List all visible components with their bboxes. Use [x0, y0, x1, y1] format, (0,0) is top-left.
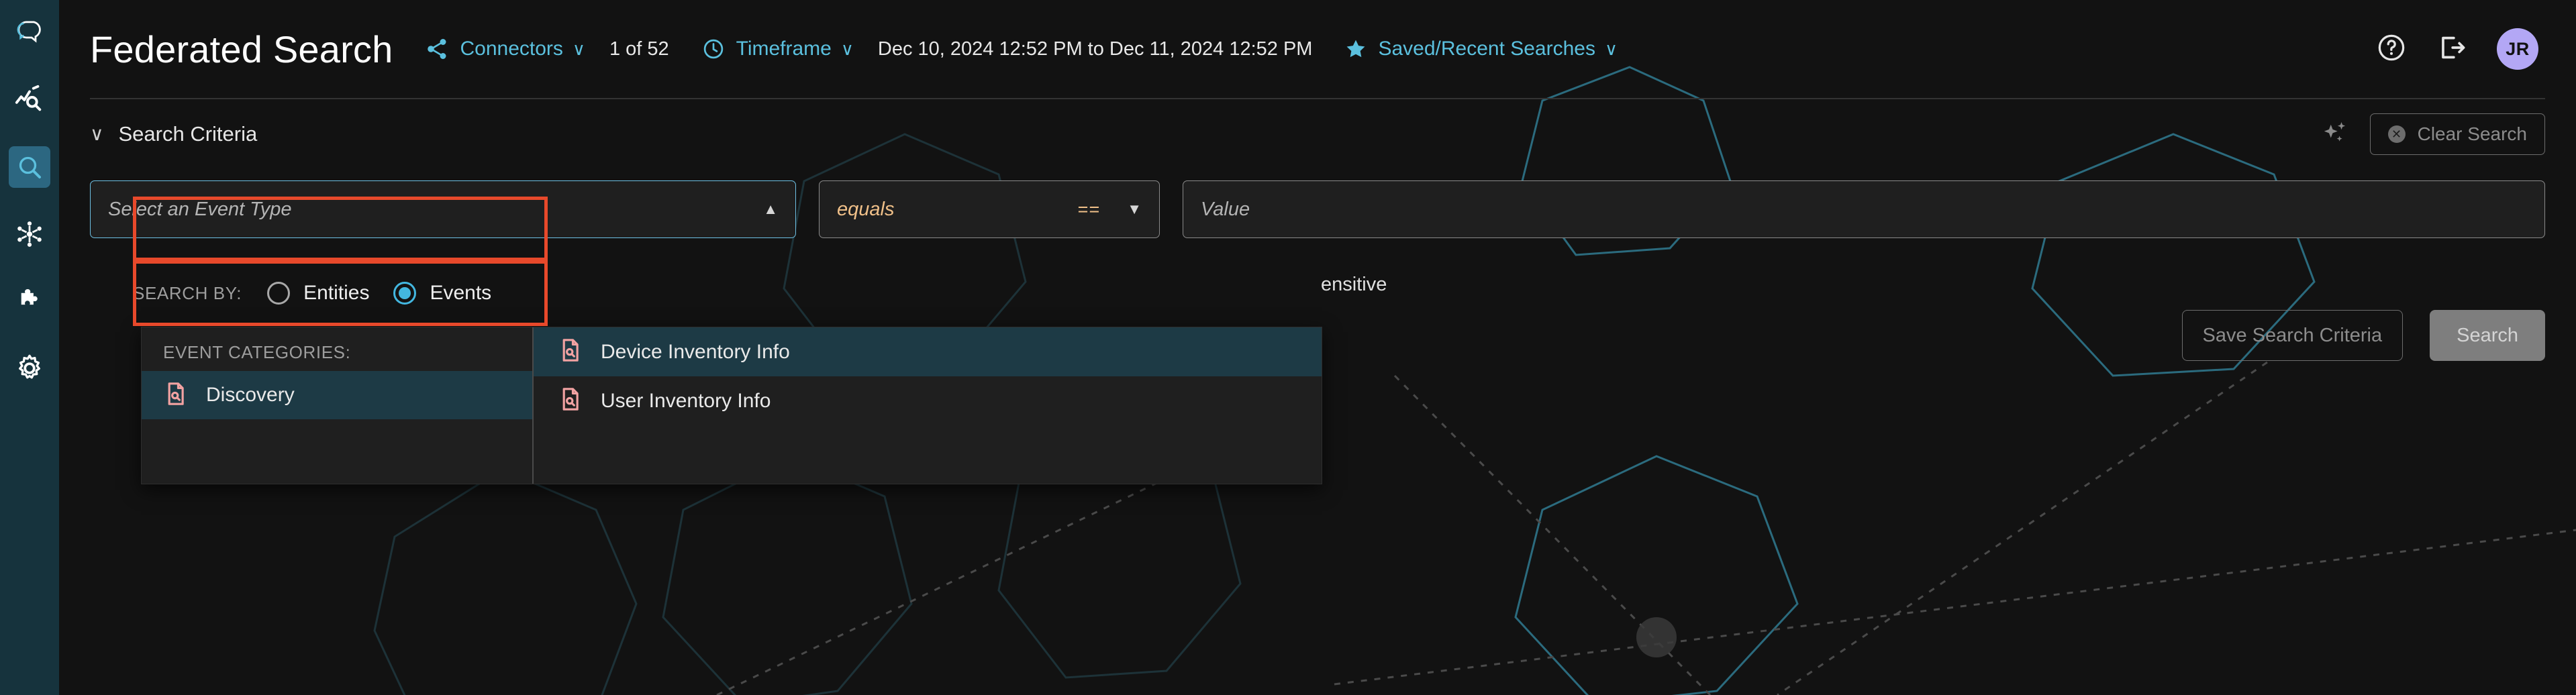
radio-events-label: Events [430, 282, 492, 304]
event-type-option-label: User Inventory Info [601, 389, 771, 412]
share-nodes-icon [425, 37, 449, 61]
radio-circle-icon [267, 282, 291, 305]
radio-selected-icon [393, 282, 417, 305]
chevron-down-icon[interactable]: ∨ [90, 125, 104, 144]
saved-searches-control[interactable]: Saved/Recent Searches ∨ [1344, 38, 1618, 60]
main-content: Federated Search Connectors ∨ 1 of 52 Ti… [59, 0, 2576, 695]
operator-value: equals [837, 198, 895, 220]
sidebar-item-integrations[interactable] [9, 280, 50, 322]
criteria-actions: Save Search Criteria Search [2181, 310, 2545, 361]
app-root: Federated Search Connectors ∨ 1 of 52 Ti… [0, 0, 2576, 695]
event-categories-header: EVENT CATEGORIES: [163, 342, 351, 362]
event-type-option-device-inventory-info[interactable]: Device Inventory Info [534, 327, 1322, 376]
chevron-down-icon: ∨ [572, 39, 585, 59]
event-categories-column: EVENT CATEGORIES: Discovery [142, 327, 534, 484]
search-criteria-title: Search Criteria [118, 122, 258, 146]
help-icon[interactable] [2376, 32, 2407, 66]
value-placeholder: Value [1201, 198, 1250, 220]
radio-events[interactable]: Events [393, 282, 491, 305]
header-right-actions: JR [2376, 28, 2545, 70]
radio-entities-label: Entities [303, 282, 370, 304]
avatar[interactable]: JR [2497, 28, 2538, 70]
connectors-control[interactable]: Connectors ∨ [425, 37, 585, 61]
sidebar-item-analytics[interactable] [9, 79, 50, 121]
chevron-down-icon: ∨ [1604, 39, 1618, 59]
timeframe-range: Dec 10, 2024 12:52 PM to Dec 11, 2024 12… [877, 38, 1313, 60]
event-type-dropdown-panel: EVENT CATEGORIES: Discovery Device Inven… [141, 327, 1322, 484]
sidebar-item-entity-graph[interactable] [9, 213, 50, 255]
clear-search-button[interactable]: ✕ Clear Search [2369, 113, 2545, 155]
chevron-up-icon: ▲ [763, 201, 778, 217]
timeframe-label: Timeframe [736, 38, 832, 60]
event-category-discovery[interactable]: Discovery [142, 371, 532, 419]
event-type-option-user-inventory-info[interactable]: User Inventory Info [534, 376, 1322, 425]
save-search-criteria-button[interactable]: Save Search Criteria [2181, 310, 2404, 361]
operator-select[interactable]: equals == ▼ [819, 180, 1160, 238]
logout-icon[interactable] [2436, 32, 2467, 66]
case-sensitive-label: ensitive [1321, 274, 1387, 295]
search-button[interactable]: Search [2430, 310, 2545, 361]
puzzle-icon [15, 286, 44, 316]
search-criteria-bar: ∨ Search Criteria ✕ Clear Search [59, 99, 2576, 169]
search-icon [16, 154, 43, 180]
event-type-select[interactable]: Select an Event Type ▲ [90, 180, 796, 238]
doc-search-icon [558, 337, 583, 366]
search-by-row: SEARCH BY: Entities Events [90, 260, 515, 326]
sparkles-icon[interactable] [2320, 119, 2350, 149]
sidebar-item-federated-search[interactable] [9, 146, 50, 188]
radio-entities[interactable]: Entities [267, 282, 369, 305]
analytics-search-icon [14, 85, 45, 115]
timeframe-control[interactable]: Timeframe ∨ [701, 37, 854, 61]
clock-icon [701, 37, 726, 61]
event-type-placeholder: Select an Event Type [108, 198, 292, 220]
operator-symbol: == [1077, 199, 1101, 219]
gear-icon [15, 354, 44, 383]
left-nav-sidebar [0, 0, 59, 695]
query-builder-row: Select an Event Type ▲ equals == ▼ Value [59, 177, 2576, 242]
x-circle-icon: ✕ [2387, 125, 2406, 143]
page-header: Federated Search Connectors ∨ 1 of 52 Ti… [59, 0, 2576, 98]
search-by-label: SEARCH BY: [133, 282, 242, 303]
connectors-count: 1 of 52 [609, 38, 669, 60]
network-hub-icon [15, 219, 44, 249]
sidebar-item-chat-search[interactable] [9, 12, 50, 54]
page-title: Federated Search [90, 28, 393, 70]
chevron-down-icon: ∨ [840, 39, 854, 59]
doc-search-icon [163, 381, 189, 410]
event-type-options-column: Device Inventory Info User Inventory Inf… [534, 327, 1322, 484]
sidebar-item-settings[interactable] [9, 348, 50, 389]
star-icon [1344, 38, 1367, 60]
event-type-option-label: Device Inventory Info [601, 340, 790, 363]
doc-search-icon [558, 386, 583, 415]
value-input[interactable]: Value [1183, 180, 2545, 238]
saved-searches-label: Saved/Recent Searches [1378, 38, 1595, 60]
clear-search-label: Clear Search [2417, 123, 2527, 144]
connectors-label: Connectors [460, 38, 563, 60]
chevron-down-icon: ▼ [1127, 201, 1142, 217]
chat-search-icon [15, 18, 44, 48]
event-category-label: Discovery [206, 384, 295, 406]
